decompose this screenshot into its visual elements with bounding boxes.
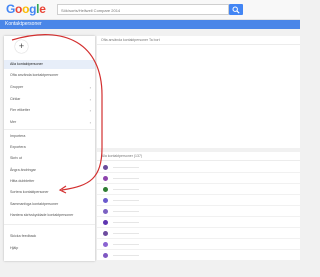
- annotation-arrow: [11, 34, 103, 194]
